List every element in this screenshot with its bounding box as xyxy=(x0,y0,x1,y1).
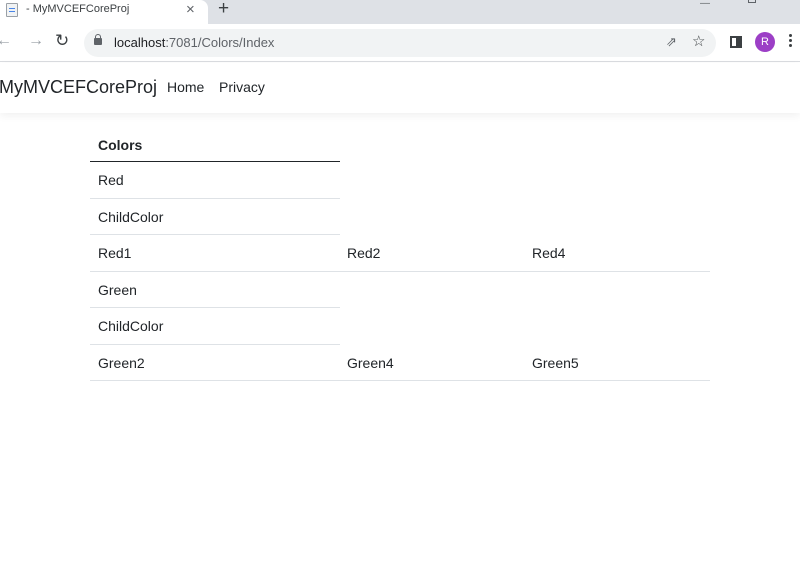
nav-link-privacy[interactable]: Privacy xyxy=(219,79,265,95)
table-cell: Red1 xyxy=(98,245,132,261)
address-bar[interactable]: localhost:7081/Colors/Index ⇗ ☆ xyxy=(84,29,716,57)
url-text[interactable]: localhost:7081/Colors/Index xyxy=(114,35,274,50)
table-cell: ChildColor xyxy=(98,208,164,225)
table-row: Red xyxy=(90,162,340,199)
tab-title: - MyMVCEFCoreProj xyxy=(26,3,130,15)
close-icon[interactable]: × xyxy=(186,1,195,19)
table-row: Green xyxy=(90,272,340,308)
minimize-icon[interactable]: — xyxy=(700,0,710,9)
maximize-icon[interactable] xyxy=(748,0,756,3)
table-cell: Red2 xyxy=(347,245,381,261)
column-header-colors: Colors xyxy=(98,137,143,153)
table-cell: Green2 xyxy=(98,354,145,371)
side-panel-icon[interactable] xyxy=(730,36,742,48)
table-cell: ChildColor xyxy=(98,318,164,334)
table-header: Colors xyxy=(90,127,340,162)
star-icon[interactable]: ☆ xyxy=(692,32,705,50)
share-icon[interactable]: ⇗ xyxy=(666,34,677,50)
nav-link-home[interactable]: Home xyxy=(167,79,204,95)
table-row: ChildColor xyxy=(90,308,340,345)
browser-toolbar: ← → ↻ localhost:7081/Colors/Index ⇗ ☆ R xyxy=(0,24,800,62)
new-tab-button[interactable]: + xyxy=(218,0,229,19)
reload-icon[interactable]: ↻ xyxy=(55,32,69,50)
avatar[interactable]: R xyxy=(755,32,775,52)
table-cell: Red4 xyxy=(532,245,566,261)
menu-icon[interactable] xyxy=(789,34,792,48)
table-cell: Green5 xyxy=(532,354,579,371)
table-row: Red1 Red2 Red4 xyxy=(90,235,710,272)
url-host: localhost xyxy=(114,35,166,50)
table-cell: Green xyxy=(98,281,137,298)
brand-link[interactable]: MyMVCEFCoreProj xyxy=(0,77,157,98)
table-cell: Green4 xyxy=(347,354,394,371)
browser-tab[interactable]: - MyMVCEFCoreProj × xyxy=(0,0,208,24)
table-cell: Red xyxy=(98,172,124,188)
colors-table: Colors Red ChildColor Red1 Red2 Red4 Gre… xyxy=(90,127,710,381)
table-row: ChildColor xyxy=(90,199,340,235)
url-path: :7081/Colors/Index xyxy=(165,35,275,50)
document-icon xyxy=(6,3,18,17)
table-row: Green2 Green4 Green5 xyxy=(90,345,710,381)
lock-icon[interactable] xyxy=(94,34,102,45)
forward-icon[interactable]: → xyxy=(28,32,44,50)
tab-strip: - MyMVCEFCoreProj × + — xyxy=(0,0,800,24)
back-icon[interactable]: ← xyxy=(0,32,12,50)
site-navbar: MyMVCEFCoreProj Home Privacy xyxy=(0,63,800,113)
